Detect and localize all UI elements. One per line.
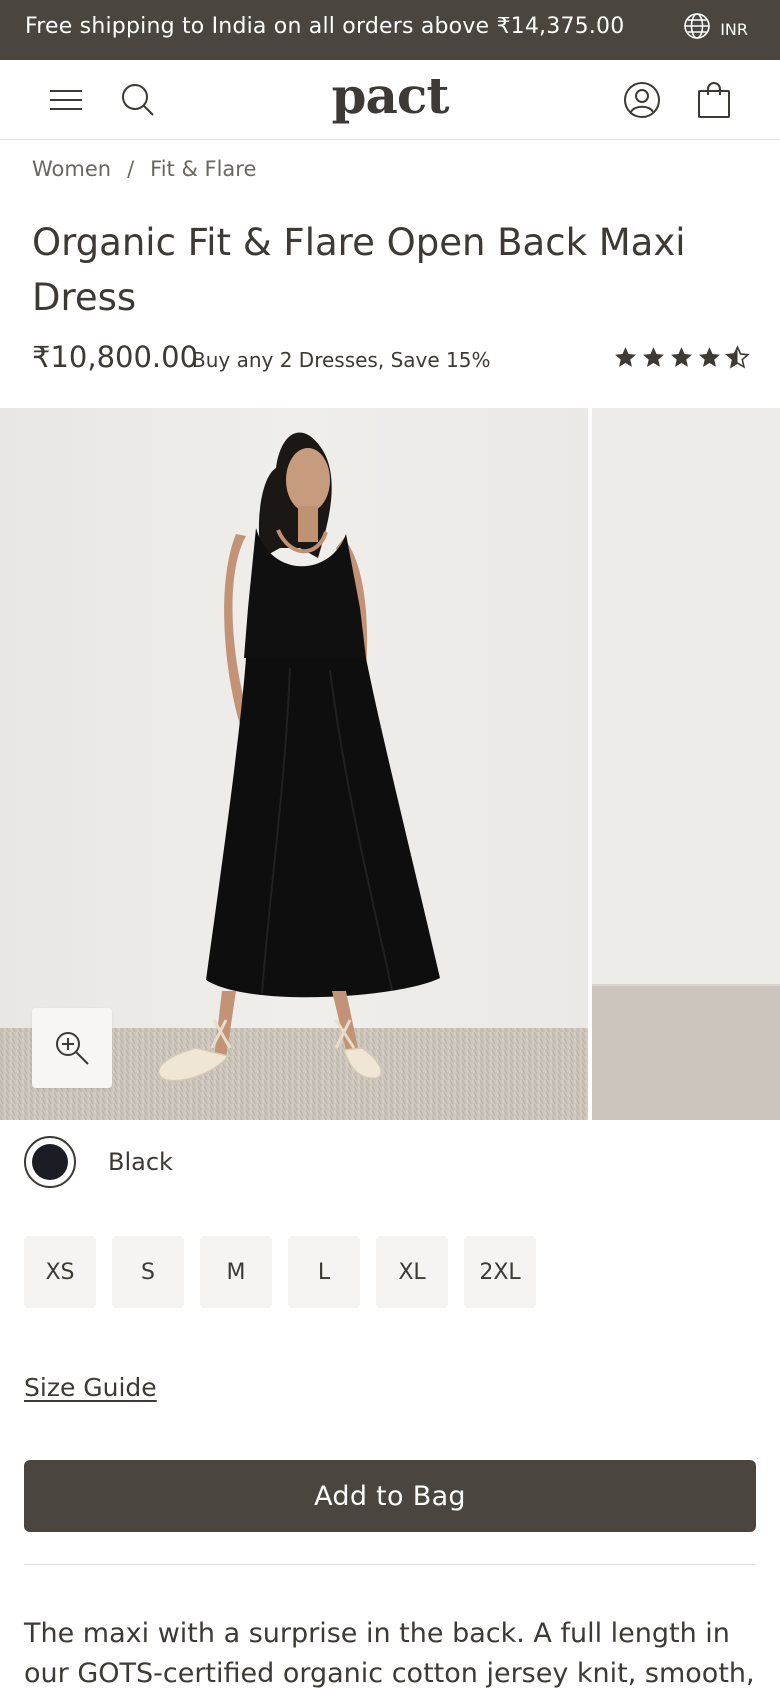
divider xyxy=(24,1564,756,1565)
promo-bar: Free shipping to India on all orders abo… xyxy=(0,0,780,60)
selected-color-label: Black xyxy=(108,1148,173,1176)
bag-icon[interactable] xyxy=(694,80,734,120)
breadcrumb-link-women[interactable]: Women xyxy=(32,157,111,181)
size-option-2xl[interactable]: 2XL xyxy=(464,1236,536,1308)
rating-stars[interactable] xyxy=(613,345,750,370)
star-icon xyxy=(615,347,636,367)
globe-icon xyxy=(683,12,711,44)
price-row: ₹10,800.00 Buy any 2 Dresses, Save 15% xyxy=(32,340,750,380)
zoom-in-icon xyxy=(56,1032,89,1065)
size-option-xs[interactable]: XS xyxy=(24,1236,96,1308)
breadcrumb-separator: / xyxy=(127,157,135,181)
star-icon xyxy=(643,347,664,367)
zoom-button[interactable] xyxy=(32,1008,112,1088)
currency-selector[interactable]: INR xyxy=(683,12,748,44)
size-option-s[interactable]: S xyxy=(112,1236,184,1308)
site-header: pact xyxy=(0,60,780,140)
color-selector: Black xyxy=(24,1135,173,1189)
add-to-bag-button[interactable]: Add to Bag xyxy=(24,1460,756,1532)
size-option-xl[interactable]: XL xyxy=(376,1236,448,1308)
breadcrumb: Women / Fit & Flare xyxy=(32,157,256,181)
star-icon xyxy=(671,347,692,367)
size-option-m[interactable]: M xyxy=(200,1236,272,1308)
promo-text: Free shipping to India on all orders abo… xyxy=(25,14,625,39)
account-icon[interactable] xyxy=(622,80,662,120)
color-swatch-black[interactable] xyxy=(24,1136,76,1188)
star-icon xyxy=(699,347,720,367)
product-gallery[interactable] xyxy=(0,408,780,1120)
size-selector: XS S M L XL 2XL xyxy=(24,1236,536,1308)
breadcrumb-link-fit-flare[interactable]: Fit & Flare xyxy=(150,157,256,181)
brand-logo[interactable]: pact xyxy=(0,68,780,123)
swatch-fill xyxy=(32,1144,68,1180)
half-star-icon xyxy=(725,345,750,369)
size-guide-link[interactable]: Size Guide xyxy=(24,1373,157,1402)
size-option-l[interactable]: L xyxy=(288,1236,360,1308)
product-photo-next[interactable] xyxy=(592,408,780,1120)
bundle-promo: Buy any 2 Dresses, Save 15% xyxy=(192,348,491,372)
product-description: The maxi with a surprise in the back. A … xyxy=(24,1618,755,1688)
currency-label: INR xyxy=(720,20,748,39)
product-photo-main[interactable] xyxy=(0,408,588,1120)
product-title: Organic Fit & Flare Open Back Maxi Dress xyxy=(32,221,686,319)
product-price: ₹10,800.00 xyxy=(32,340,199,374)
